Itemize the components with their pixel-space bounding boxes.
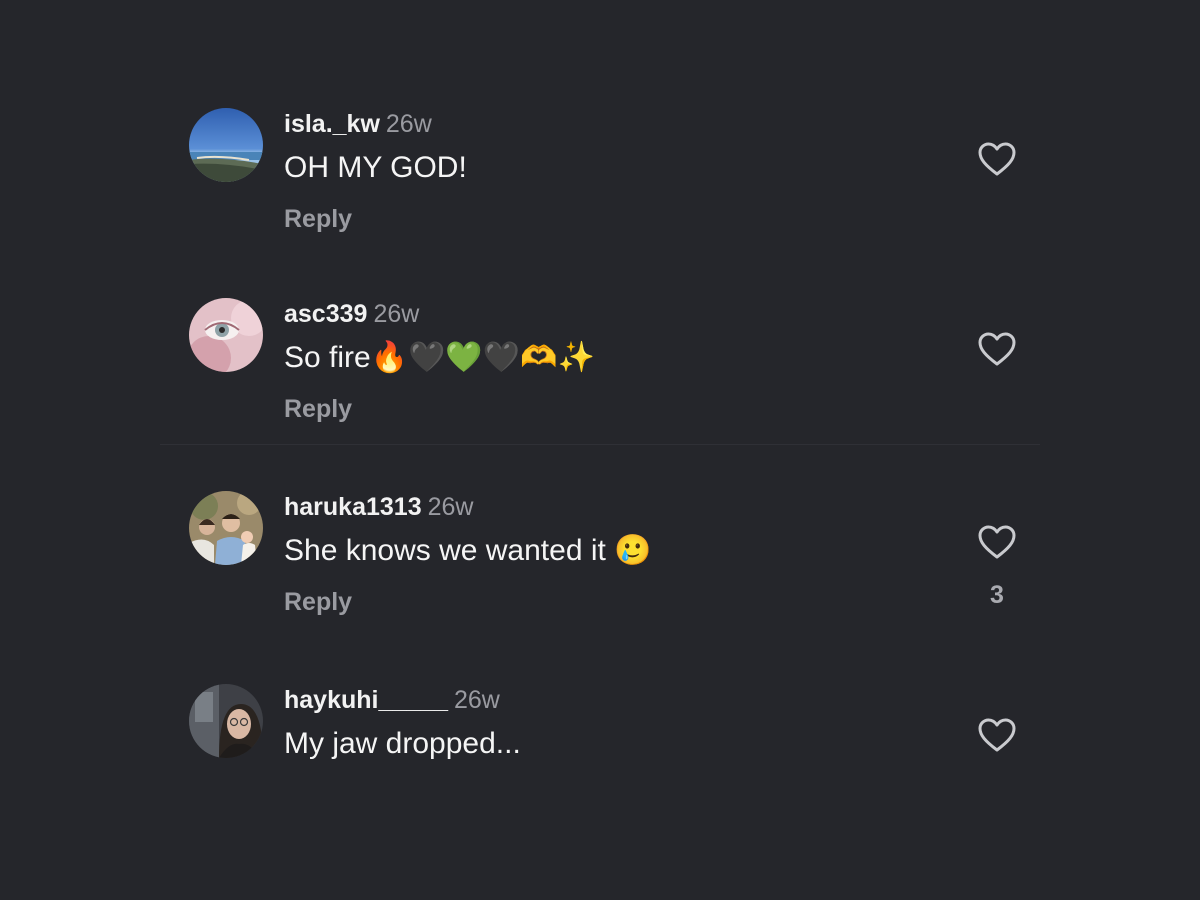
- comment-text: She knows we wanted it 🥲: [284, 534, 652, 567]
- reply-button[interactable]: Reply: [284, 393, 352, 425]
- comment-item: asc339 26w So fire🔥🖤💚🖤🫶✨ Reply: [0, 298, 1200, 423]
- heart-outline-icon: [978, 525, 1016, 559]
- heart-outline-icon: [978, 142, 1016, 176]
- avatar-image-eye: [189, 298, 263, 372]
- avatar[interactable]: [189, 108, 263, 182]
- timestamp: 26w: [427, 493, 474, 521]
- reply-button[interactable]: Reply: [284, 203, 352, 235]
- comment-item: isla._kw 26w OH MY GOD! Reply: [0, 108, 1200, 233]
- like-button[interactable]: [977, 330, 1017, 370]
- username[interactable]: haykuhi_____: [284, 686, 448, 714]
- reply-button[interactable]: Reply: [284, 586, 352, 618]
- comment-text: OH MY GOD!: [284, 151, 467, 184]
- timestamp: 26w: [373, 300, 420, 328]
- comment-meta: haruka1313 26w: [284, 491, 473, 523]
- avatar-image-family: [189, 491, 263, 565]
- avatar-image-selfie: [189, 684, 263, 758]
- comments-list: isla._kw26w OH MY GOD! Reply asc33926w: [0, 0, 1200, 900]
- like-button[interactable]: [977, 523, 1017, 563]
- timestamp: 26w: [385, 110, 432, 138]
- like-count: 3: [990, 581, 1004, 609]
- username[interactable]: asc339: [284, 300, 367, 328]
- timestamp: 26w: [454, 686, 500, 714]
- like-button[interactable]: [977, 140, 1017, 180]
- avatar-image-beach: [189, 108, 263, 182]
- comment-meta: haykuhi_____ 26w: [284, 684, 500, 716]
- comment-meta: asc339 26w: [284, 298, 419, 330]
- divider: [160, 444, 1040, 445]
- heart-outline-icon: [978, 718, 1016, 752]
- heart-outline-icon: [978, 332, 1016, 366]
- comment-item: haykuhi_____ 26w My jaw dropped...: [0, 684, 1200, 804]
- comment-text: My jaw dropped...: [284, 727, 521, 760]
- comment-item: haruka1313 26w She knows we wanted it 🥲 R…: [0, 491, 1200, 616]
- username[interactable]: isla._kw: [284, 110, 380, 138]
- comment-meta: isla._kw 26w: [284, 108, 432, 140]
- comment-text: So fire🔥🖤💚🖤🫶✨: [284, 341, 595, 374]
- username[interactable]: haruka1313: [284, 493, 422, 521]
- avatar[interactable]: [189, 298, 263, 372]
- avatar[interactable]: [189, 684, 263, 758]
- avatar[interactable]: [189, 491, 263, 565]
- like-button[interactable]: [977, 716, 1017, 756]
